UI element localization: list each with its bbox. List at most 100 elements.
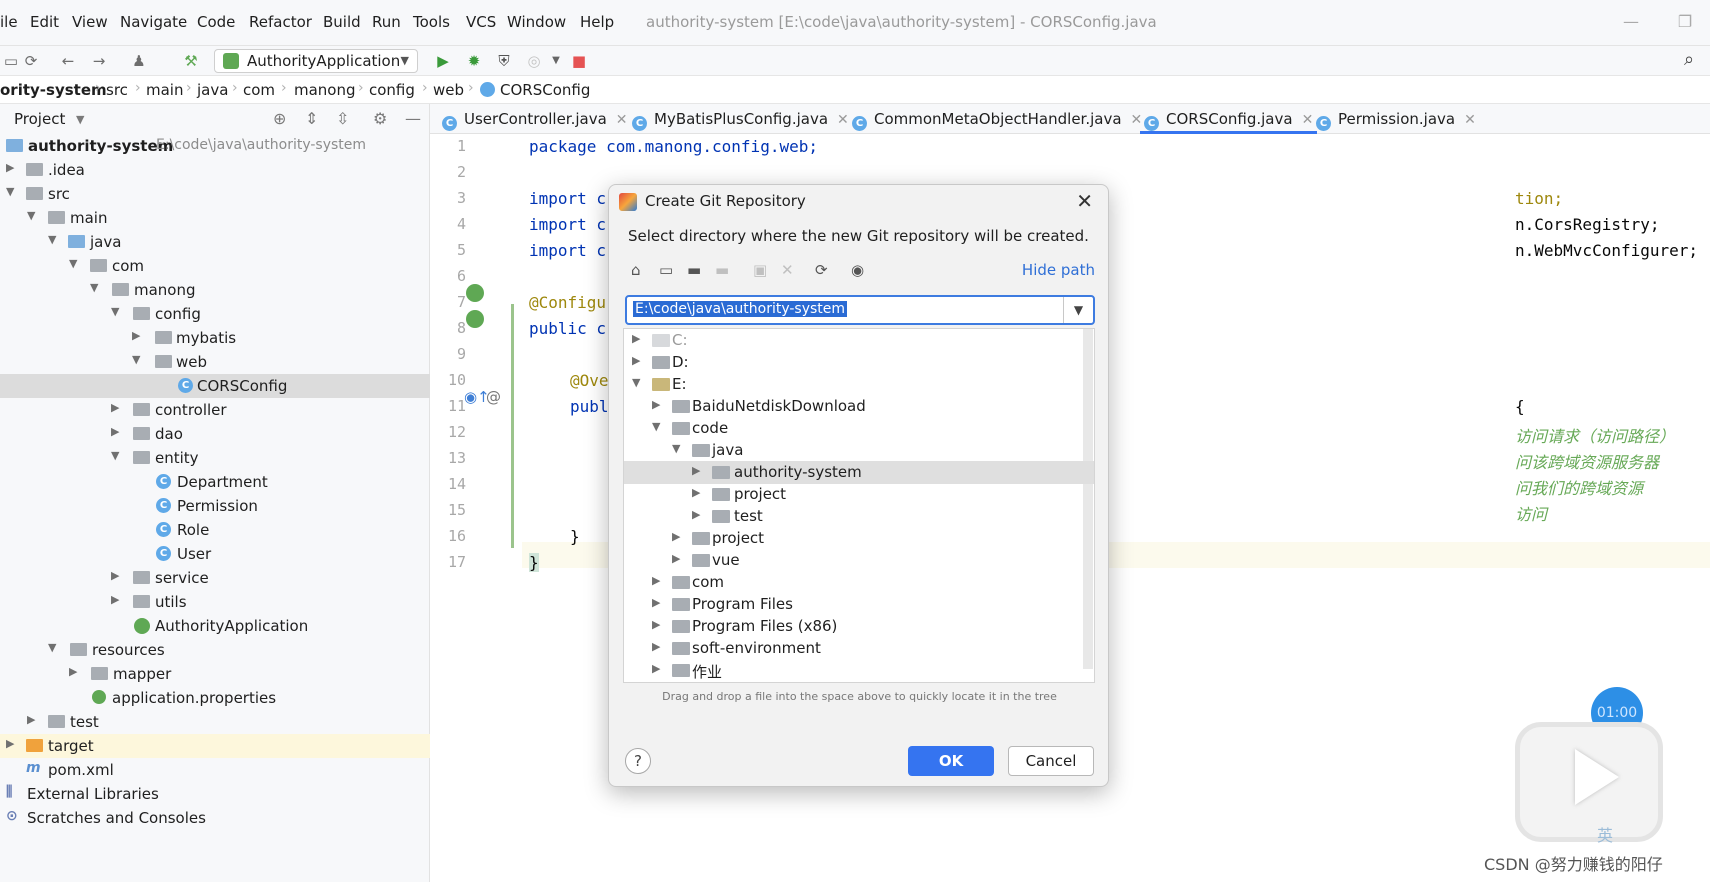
debug-icon[interactable]: ✹ (463, 50, 485, 72)
chevron-right-icon[interactable]: ▶ (652, 398, 660, 411)
chevron-right-icon[interactable]: ▶ (111, 593, 119, 606)
chevron-down-icon[interactable]: ▼ (6, 185, 14, 198)
dir-item-soft-environment[interactable]: ▶ soft-environment (624, 637, 1094, 660)
user-icon[interactable]: ♟ (128, 50, 150, 72)
breadcrumb-project[interactable]: ority-system (0, 81, 107, 99)
collapse-all-icon[interactable]: ⇳ (336, 109, 349, 128)
tree-item-user[interactable]: C User (0, 542, 430, 566)
dir-item-c[interactable]: ▶ C: (624, 329, 1094, 352)
close-icon[interactable]: ✕ (1076, 189, 1093, 213)
tree-item-web[interactable]: ▼ web (0, 350, 430, 374)
chevron-right-icon[interactable]: ▶ (69, 665, 77, 678)
dir-item-project[interactable]: ▶ project (624, 483, 1094, 506)
chevron-right-icon[interactable]: ▶ (111, 569, 119, 582)
hide-panel-icon[interactable]: — (405, 109, 421, 128)
hide-path-link[interactable]: Hide path (1022, 261, 1095, 279)
tab-usercontroller[interactable]: C UserController.java ✕ (442, 104, 628, 134)
chevron-right-icon[interactable]: ▶ (132, 329, 140, 342)
breadcrumb-config[interactable]: config (369, 81, 415, 99)
menu-view[interactable]: View (72, 13, 108, 31)
new-folder-icon[interactable]: ▣ (753, 261, 767, 279)
menu-file[interactable]: ile (0, 13, 18, 31)
chevron-right-icon[interactable]: ▶ (27, 713, 35, 726)
chevron-right-icon[interactable]: ▶ (692, 464, 700, 477)
directory-tree[interactable]: ▶ C: ▶ D: ▼ E: ▶ BaiduNetdiskDownload ▼ … (623, 328, 1095, 683)
project-panel-title[interactable]: Project (14, 110, 65, 128)
annotation-marker-icon[interactable]: @ (486, 388, 501, 406)
tab-mybatisplusconfig[interactable]: C MyBatisPlusConfig.java ✕ (632, 104, 849, 134)
tree-item-target[interactable]: ▶ target (0, 734, 430, 758)
menu-navigate[interactable]: Navigate (120, 13, 187, 31)
chevron-right-icon[interactable]: ▶ (632, 332, 640, 345)
chevron-down-icon[interactable]: ▼ (90, 281, 98, 294)
chevron-down-icon[interactable]: ▼ (111, 305, 119, 318)
tree-item-pom-xml[interactable]: m pom.xml (0, 758, 430, 782)
back-arrow-icon[interactable]: ← (57, 50, 79, 72)
expand-all-icon[interactable]: ⇕ (305, 109, 318, 128)
breadcrumb-manong[interactable]: manong (294, 81, 356, 99)
menu-refactor[interactable]: Refactor (249, 13, 312, 31)
chevron-right-icon[interactable]: ▶ (6, 161, 14, 174)
chevron-down-icon[interactable]: ▼ (27, 209, 35, 222)
breadcrumb-corsconfig[interactable]: CORSConfig (500, 81, 590, 99)
breadcrumb-web[interactable]: web (433, 81, 464, 99)
dir-item-authority-system[interactable]: ▶ authority-system (624, 461, 1094, 484)
more-run-chevron-icon[interactable]: ▼ (545, 50, 567, 72)
close-icon[interactable]: ✕ (1302, 112, 1314, 128)
dir-item-d[interactable]: ▶ D: (624, 351, 1094, 374)
menu-build[interactable]: Build (323, 13, 361, 31)
chevron-right-icon[interactable]: ▶ (6, 737, 14, 750)
menu-edit[interactable]: Edit (30, 13, 59, 31)
play-icon[interactable] (1575, 749, 1619, 805)
chevron-down-icon[interactable]: ▼ (76, 113, 84, 126)
dir-item-test[interactable]: ▶ test (624, 505, 1094, 528)
delete-icon[interactable]: ✕ (781, 261, 794, 279)
tree-item-resources[interactable]: ▼ resources (0, 638, 430, 662)
home-icon[interactable]: ⌂ (631, 261, 641, 279)
chevron-right-icon[interactable]: ▶ (672, 552, 680, 565)
tab-commonmetaobjecthandler[interactable]: C CommonMetaObjectHandler.java ✕ (852, 104, 1142, 134)
tree-item-role[interactable]: C Role (0, 518, 430, 542)
chevron-down-icon[interactable]: ▼ (652, 420, 660, 433)
chevron-right-icon[interactable]: ▶ (692, 486, 700, 499)
chevron-right-icon[interactable]: ▶ (672, 530, 680, 543)
chevron-right-icon[interactable]: ▶ (111, 401, 119, 414)
dir-item-code[interactable]: ▼ code (624, 417, 1094, 440)
tree-item-entity[interactable]: ▼ entity (0, 446, 430, 470)
menu-help[interactable]: Help (580, 13, 614, 31)
tree-item-src[interactable]: ▼ src (0, 182, 430, 206)
sync-icon[interactable]: ⟳ (20, 50, 42, 72)
dir-item-baidunetdiskdownload[interactable]: ▶ BaiduNetdiskDownload (624, 395, 1094, 418)
profile-icon[interactable]: ◎ (523, 50, 545, 72)
breadcrumb-java[interactable]: java (197, 81, 228, 99)
tab-permission[interactable]: C Permission.java ✕ (1316, 104, 1476, 134)
close-icon[interactable]: ✕ (837, 112, 849, 128)
chevron-right-icon[interactable]: ▶ (652, 662, 660, 675)
menu-code[interactable]: Code (197, 13, 235, 31)
tree-item-scratches[interactable]: ⊙ Scratches and Consoles (0, 806, 430, 830)
save-icon[interactable]: ▭ (0, 50, 22, 72)
chevron-right-icon[interactable]: ▶ (652, 596, 660, 609)
tree-item-mapper[interactable]: ▶ mapper (0, 662, 430, 686)
refresh-icon[interactable]: ⟳ (815, 261, 828, 279)
tree-item-authorityapplication[interactable]: AuthorityApplication (0, 614, 430, 638)
tree-item-com[interactable]: ▼ com (0, 254, 430, 278)
tree-item-manong[interactable]: ▼ manong (0, 278, 430, 302)
tree-item-service[interactable]: ▶ service (0, 566, 430, 590)
tree-item-external-libraries[interactable]: ⫼ External Libraries (0, 782, 430, 806)
tree-item-test[interactable]: ▶ test (0, 710, 430, 734)
chevron-right-icon[interactable]: ▶ (692, 508, 700, 521)
video-player-widget[interactable] (1515, 722, 1663, 842)
menu-run[interactable]: Run (372, 13, 401, 31)
dir-item-program-files-x86[interactable]: ▶ Program Files (x86) (624, 615, 1094, 638)
breadcrumb-main[interactable]: main (146, 81, 183, 99)
breadcrumb-com[interactable]: com (243, 81, 275, 99)
dir-item-com[interactable]: ▶ com (624, 571, 1094, 594)
tree-item-java[interactable]: ▼ java (0, 230, 430, 254)
tree-item-main[interactable]: ▼ main (0, 206, 430, 230)
chevron-down-icon[interactable]: ▼ (672, 442, 680, 455)
chevron-right-icon[interactable]: ▶ (652, 640, 660, 653)
stop-icon[interactable]: ■ (568, 50, 590, 72)
tree-item-utils[interactable]: ▶ utils (0, 590, 430, 614)
path-input[interactable]: E:\code\java\authority-system ▼ (625, 295, 1095, 325)
